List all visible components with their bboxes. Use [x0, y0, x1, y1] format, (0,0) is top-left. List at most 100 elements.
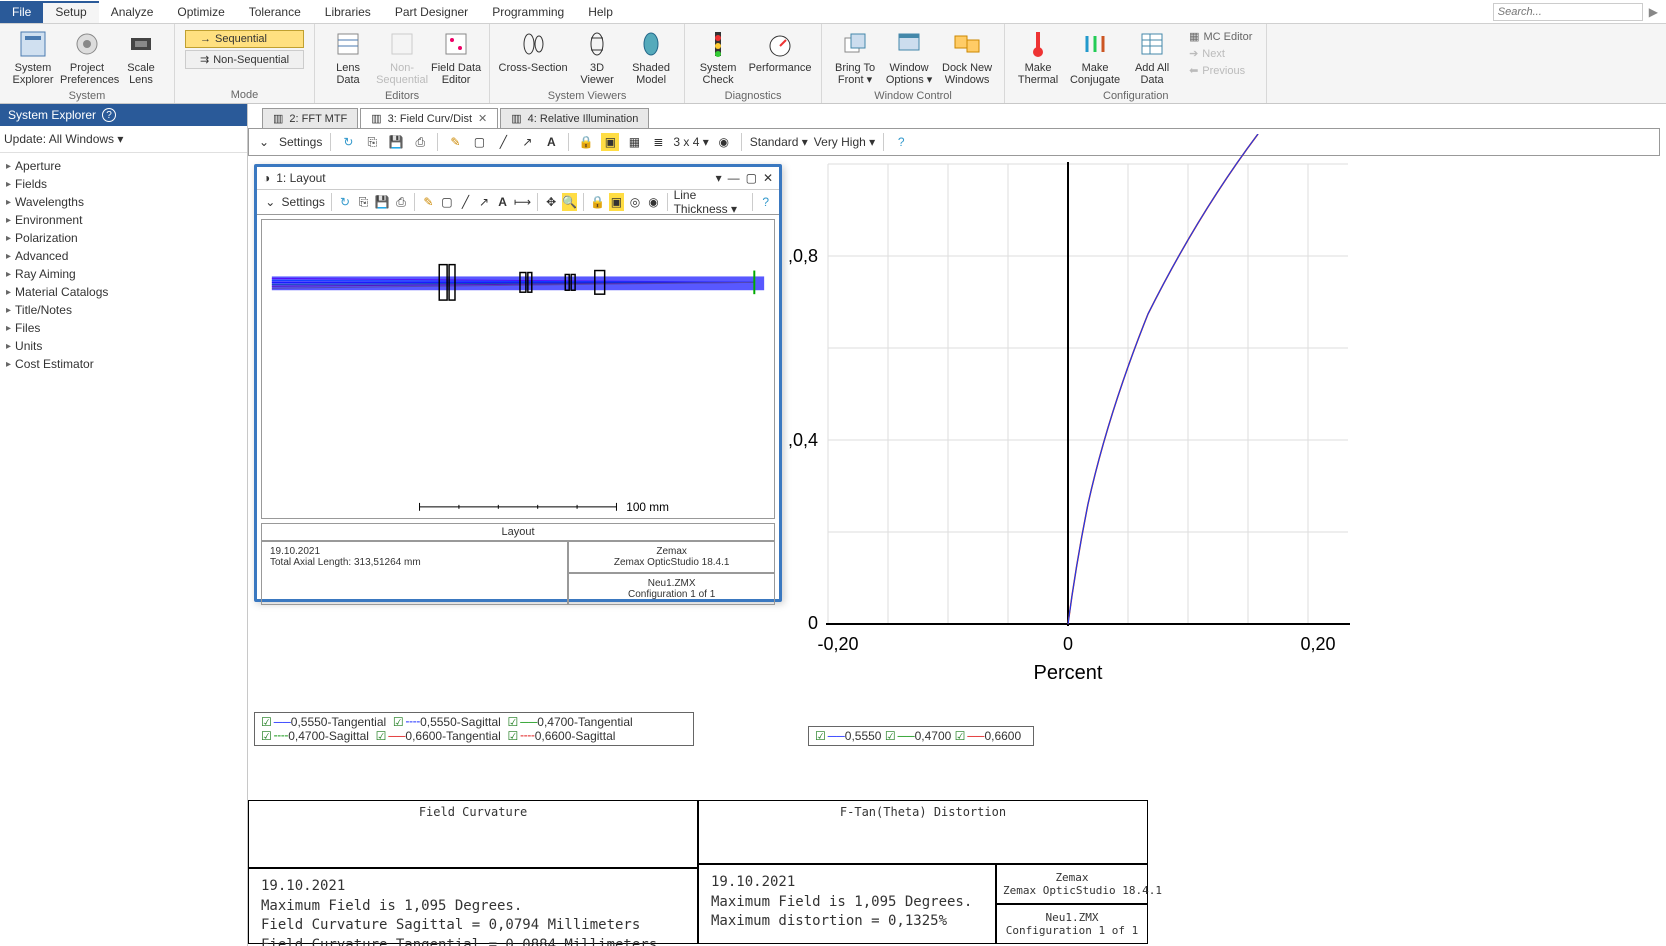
tree-item-units[interactable]: Units: [0, 337, 247, 355]
layout-window-titlebar[interactable]: ◑ 1: Layout ▾ — ▢ ✕: [257, 167, 779, 189]
legend-item[interactable]: ──0,6600: [955, 729, 1025, 743]
minimize-icon[interactable]: —: [728, 171, 740, 185]
tree-item-ray-aiming[interactable]: Ray Aiming: [0, 265, 247, 283]
menu-programming[interactable]: Programming: [480, 1, 576, 23]
settings-button[interactable]: Settings: [279, 135, 322, 149]
close-icon[interactable]: ✕: [763, 171, 773, 185]
refresh-icon[interactable]: ↻: [338, 193, 353, 211]
menu-analyze[interactable]: Analyze: [99, 1, 166, 23]
search-input[interactable]: [1493, 3, 1643, 21]
field-data-editor-button[interactable]: Field DataEditor: [429, 26, 483, 88]
tab-rel-illum[interactable]: ▥4: Relative Illumination: [500, 108, 649, 128]
expand-icon[interactable]: ⌄: [255, 133, 273, 151]
update-dropdown[interactable]: Update: All Windows ▾: [0, 126, 247, 153]
lock-icon[interactable]: 🔒: [577, 133, 595, 151]
move-icon[interactable]: ✥: [544, 193, 559, 211]
highlight-icon[interactable]: ▣: [601, 133, 619, 151]
mc-editor-link[interactable]: ▦MC Editor: [1185, 28, 1256, 45]
system-check-button[interactable]: SystemCheck: [691, 26, 745, 88]
legend-item[interactable]: ╌╌0,6600-Sagittal: [507, 729, 622, 743]
tree-item-material-catalogs[interactable]: Material Catalogs: [0, 283, 247, 301]
menu-tolerance[interactable]: Tolerance: [237, 1, 313, 23]
print-icon[interactable]: ⎙: [411, 133, 429, 151]
target2-icon[interactable]: ◎: [628, 193, 643, 211]
target-icon[interactable]: ◉: [715, 133, 733, 151]
scale-lens-button[interactable]: ScaleLens: [114, 26, 168, 88]
tab-field-curv[interactable]: ▥3: Field Curv/Dist✕: [360, 108, 498, 128]
tree-item-environment[interactable]: Environment: [0, 211, 247, 229]
tree-item-polarization[interactable]: Polarization: [0, 229, 247, 247]
layout-window[interactable]: ◑ 1: Layout ▾ — ▢ ✕ ⌄ Settings ↻ ⎘ 💾 ⎙ ✎: [254, 164, 782, 602]
3d-viewer-button[interactable]: 3DViewer: [570, 26, 624, 88]
arrow-icon[interactable]: ↗: [518, 133, 536, 151]
line-icon[interactable]: ╱: [458, 193, 473, 211]
legend-item[interactable]: ──0,5550: [815, 729, 885, 743]
menu-part-designer[interactable]: Part Designer: [383, 1, 480, 23]
lock-icon[interactable]: 🔒: [590, 193, 605, 211]
nonsequential-mode-button[interactable]: ⇉Non-Sequential: [185, 50, 304, 69]
copy-icon[interactable]: ⎘: [363, 133, 381, 151]
rect-icon[interactable]: ▢: [470, 133, 488, 151]
tree-item-fields[interactable]: Fields: [0, 175, 247, 193]
menu-file[interactable]: File: [0, 1, 43, 23]
bring-to-front-button[interactable]: Bring ToFront ▾: [828, 26, 882, 88]
system-explorer-button[interactable]: SystemExplorer: [6, 26, 60, 88]
sequential-mode-button[interactable]: →Sequential: [185, 30, 304, 48]
legend-item[interactable]: ╌╌0,4700-Sagittal: [261, 729, 376, 743]
make-conjugate-button[interactable]: MakeConjugate: [1065, 26, 1125, 88]
menu-setup[interactable]: Setup: [43, 1, 98, 23]
save-icon[interactable]: 💾: [387, 133, 405, 151]
text-icon[interactable]: A: [495, 193, 510, 211]
rect-icon[interactable]: ▢: [440, 193, 455, 211]
stack-icon[interactable]: ≣: [649, 133, 667, 151]
arrow-icon[interactable]: ↗: [477, 193, 492, 211]
lens-data-button[interactable]: LensData: [321, 26, 375, 88]
make-thermal-button[interactable]: MakeThermal: [1011, 26, 1065, 88]
pencil-icon[interactable]: ✎: [446, 133, 464, 151]
print-icon[interactable]: ⎙: [394, 193, 409, 211]
layout-settings-button[interactable]: Settings: [282, 195, 325, 209]
highlight-icon[interactable]: ▣: [609, 193, 624, 211]
menu-optimize[interactable]: Optimize: [165, 1, 236, 23]
menu-help[interactable]: Help: [576, 1, 625, 23]
shaded-model-button[interactable]: ShadedModel: [624, 26, 678, 88]
tree-item-files[interactable]: Files: [0, 319, 247, 337]
save-icon[interactable]: 💾: [375, 193, 390, 211]
pencil-icon[interactable]: ✎: [421, 193, 436, 211]
legend-item[interactable]: ──0,4700-Tangential: [507, 715, 639, 729]
window-options-button[interactable]: WindowOptions ▾: [882, 26, 936, 88]
dropdown-icon[interactable]: ▾: [716, 171, 722, 185]
help-icon[interactable]: ?: [758, 193, 773, 211]
dock-new-windows-button[interactable]: Dock NewWindows: [936, 26, 998, 88]
search-go-icon[interactable]: ▶: [1649, 5, 1658, 19]
performance-button[interactable]: Performance: [745, 26, 815, 76]
tree-item-aperture[interactable]: Aperture: [0, 157, 247, 175]
grid3-icon[interactable]: ▦: [625, 133, 643, 151]
zoom-icon[interactable]: 🔍: [562, 193, 577, 211]
layout-canvas[interactable]: 100 mm: [261, 219, 775, 519]
line-thickness-dropdown[interactable]: Line Thickness ▾: [674, 188, 746, 216]
line-icon[interactable]: ╱: [494, 133, 512, 151]
copy-icon[interactable]: ⎘: [356, 193, 371, 211]
legend-item[interactable]: ──0,4700: [885, 729, 955, 743]
expand-icon[interactable]: ⌄: [263, 193, 278, 211]
menu-libraries[interactable]: Libraries: [313, 1, 383, 23]
ruler-icon[interactable]: ⟼: [514, 193, 531, 211]
project-preferences-button[interactable]: ProjectPreferences: [60, 26, 114, 88]
tree-item-title-notes[interactable]: Title/Notes: [0, 301, 247, 319]
refresh-icon[interactable]: ↻: [339, 133, 357, 151]
help-icon[interactable]: ?: [102, 108, 116, 122]
legend-item[interactable]: ╌╌0,5550-Sagittal: [393, 715, 508, 729]
tree-item-wavelengths[interactable]: Wavelengths: [0, 193, 247, 211]
cross-section-button[interactable]: Cross-Section: [496, 26, 570, 76]
legend-item[interactable]: ──0,5550-Tangential: [261, 715, 393, 729]
tree-item-cost-estimator[interactable]: Cost Estimator: [0, 355, 247, 373]
tree-item-advanced[interactable]: Advanced: [0, 247, 247, 265]
text-icon[interactable]: A: [542, 133, 560, 151]
grid-size-dropdown[interactable]: 3 x 4 ▾: [673, 135, 708, 149]
target-icon[interactable]: ◉: [646, 193, 661, 211]
add-all-data-button[interactable]: Add AllData: [1125, 26, 1179, 88]
tab-close-icon[interactable]: ✕: [478, 112, 487, 125]
legend-item[interactable]: ──0,6600-Tangential: [376, 729, 508, 743]
maximize-icon[interactable]: ▢: [746, 171, 757, 185]
